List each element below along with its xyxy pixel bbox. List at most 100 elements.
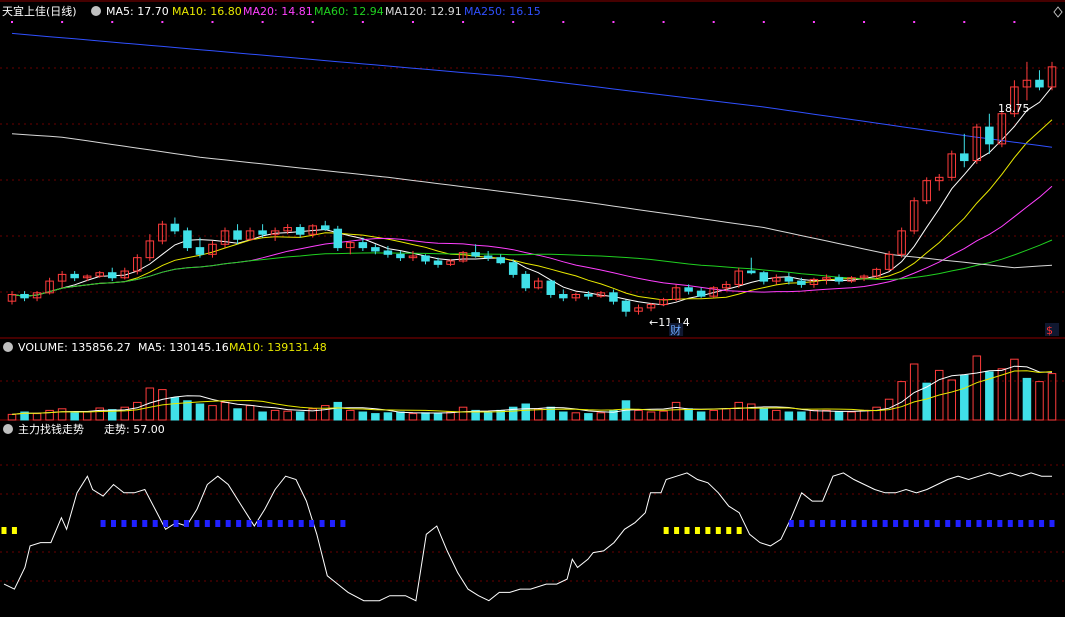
volume-bar [233, 408, 242, 421]
diamond-icon [1053, 6, 1063, 18]
yellow-marker [726, 527, 732, 534]
volume-bar [734, 401, 744, 421]
ma10-line [11, 119, 1053, 301]
signal-dot [562, 21, 565, 23]
volume-bar [772, 409, 781, 421]
blue-marker [131, 520, 137, 527]
dropdown-icon [3, 424, 13, 434]
volume-bar [358, 411, 368, 421]
volume-series [7, 355, 1057, 421]
yellow-marker [715, 527, 721, 534]
volume-bar [295, 411, 305, 421]
volume-ma5-label: MA5: 130145.16 [138, 341, 229, 354]
candle-body [960, 153, 969, 162]
candle-body [333, 228, 343, 249]
candle-body [183, 230, 192, 249]
volume-bar [270, 409, 280, 421]
blue-marker [820, 520, 826, 527]
ma250-line [11, 32, 1053, 148]
volume-bar [45, 409, 54, 421]
indicator-value-label: 走势: 57.00 [104, 423, 165, 436]
signal-dot [662, 21, 665, 23]
indicator-line [3, 472, 1052, 602]
signal-dot [111, 21, 114, 23]
blue-marker [204, 520, 210, 527]
volume-bar [972, 355, 982, 421]
candle-body [684, 287, 693, 292]
candle-body [609, 292, 618, 302]
ma250-label: MA250: 16.15 [464, 5, 541, 18]
candle-body [295, 227, 305, 235]
volume-bar [922, 382, 931, 421]
yellow-marker [663, 527, 669, 534]
blue-marker [121, 520, 127, 527]
ma20-label: MA20: 14.81 [243, 5, 313, 18]
volume-bar [283, 410, 292, 421]
blue-marker [163, 520, 169, 527]
volume-bar [183, 400, 192, 421]
volume-bar [797, 411, 806, 421]
volume-bar [646, 411, 656, 421]
volume-bar [897, 381, 906, 421]
blue-marker [277, 520, 283, 527]
volume-bar [521, 403, 530, 421]
candle-body [559, 293, 568, 299]
signal-dot [411, 21, 414, 23]
volume-bar [872, 406, 881, 421]
volume-bar [258, 411, 267, 421]
candle-body [985, 126, 994, 145]
blue-marker [288, 520, 294, 527]
volume-bar [346, 409, 355, 421]
volume-ma10-line [11, 370, 1053, 415]
volume-bar [784, 411, 794, 421]
blue-marker [976, 520, 982, 527]
volume-bar [408, 413, 418, 421]
blue-marker [1039, 520, 1045, 527]
blue-marker [173, 520, 179, 527]
candle-body [521, 273, 530, 289]
blue-marker [893, 520, 899, 527]
dropdown-icon [91, 6, 101, 16]
blue-marker [142, 520, 148, 527]
signal-dot [963, 21, 966, 23]
ma10-label: MA10: 16.80 [172, 5, 242, 18]
candlestick-series [7, 61, 1057, 317]
volume-bar [809, 409, 819, 421]
blue-marker [183, 520, 189, 527]
volume-bar [847, 411, 856, 421]
volume-bar [70, 412, 79, 421]
candle-body [195, 247, 205, 255]
candle-body [546, 280, 556, 295]
blue-marker [851, 520, 857, 527]
blue-marker [152, 520, 158, 527]
yellow-marker [694, 527, 700, 534]
volume-ma10-label: MA10: 139131.48 [229, 341, 327, 354]
signal-dot [812, 21, 815, 23]
volume-bar [458, 406, 468, 421]
volume-bar [759, 408, 769, 421]
blue-marker [966, 520, 972, 527]
signal-dot [211, 21, 214, 23]
volume-bar [333, 401, 343, 421]
volume-bar [245, 405, 255, 421]
blue-marker [840, 520, 846, 527]
blue-marker [309, 520, 315, 527]
volume-bar [997, 368, 1007, 421]
blue-marker [1028, 520, 1034, 527]
volume-ma5-line [11, 365, 1053, 415]
blue-marker [215, 520, 221, 527]
ma5-line [11, 86, 1053, 306]
yellow-marker [736, 527, 742, 534]
high-price-label: 18.75 [998, 102, 1030, 115]
blue-marker [955, 520, 961, 527]
volume-bar [696, 411, 706, 421]
volume-label: VOLUME: 135856.27 [18, 341, 131, 354]
volume-bar [859, 409, 869, 421]
blue-marker [100, 520, 106, 527]
volume-bar [559, 411, 568, 421]
blue-marker [340, 520, 346, 527]
ma60-label: MA60: 12.94 [314, 5, 384, 18]
signal-dot [863, 21, 866, 23]
volume-bar [1035, 381, 1044, 421]
candle-body [20, 293, 29, 299]
